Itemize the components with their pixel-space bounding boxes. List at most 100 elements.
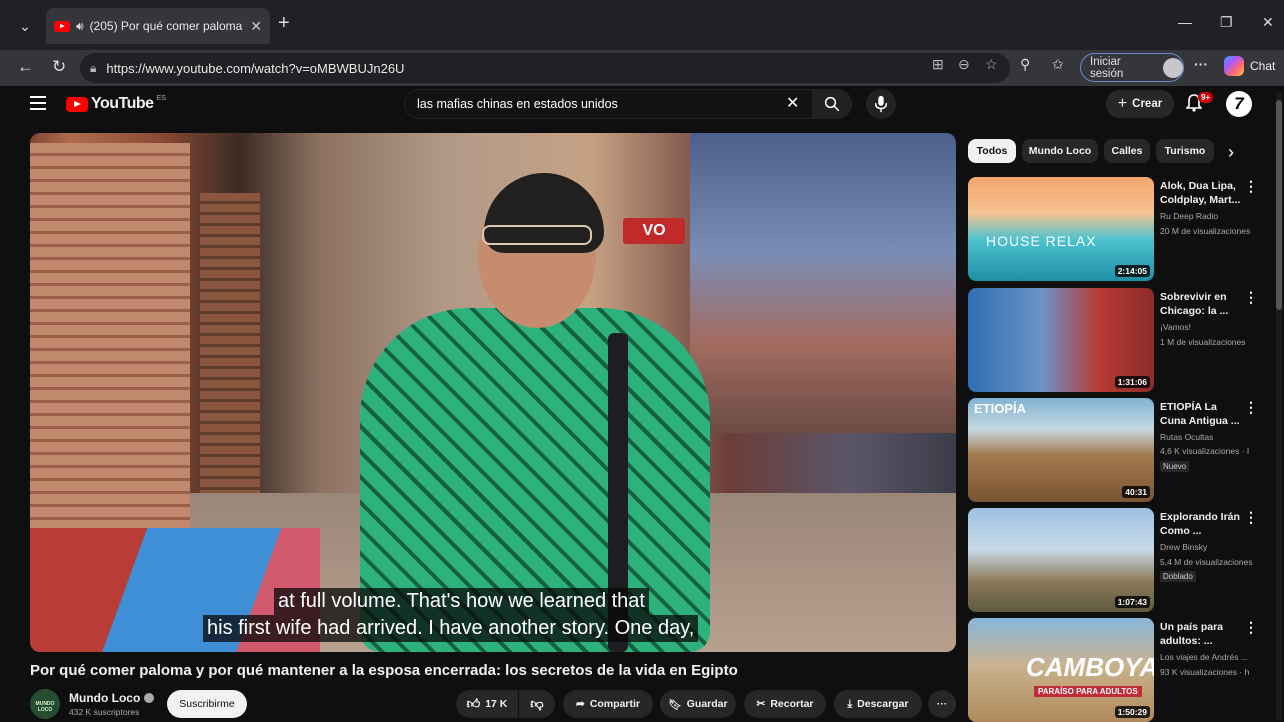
chip-mundo-loco[interactable]: Mundo Loco [1022,139,1098,163]
bookmark-icon: 🔖︎ [668,698,682,711]
microphone-icon [874,95,888,113]
browser-tab[interactable]: 🔊︎ (205) Por qué comer paloma y ✕ [46,8,270,44]
chip-todos[interactable]: Todos [968,139,1016,163]
youtube-play-icon [66,96,88,112]
rec-thumbnail-2[interactable]: 1:31:06 [968,288,1154,392]
search-button[interactable] [812,89,852,119]
rec-duration-1: 2:14:05 [1114,265,1150,277]
window-close-icon[interactable]: ✕ [1262,14,1274,31]
rec-menu-icon-3[interactable]: ⋮ [1244,399,1258,416]
youtube-wordmark: YouTube [91,95,154,112]
subscribe-button[interactable]: Suscribirme [167,690,247,718]
back-arrow-icon[interactable]: ← [17,57,34,77]
refresh-icon[interactable]: ↻ [52,57,66,77]
rec-title-5[interactable]: Un país para adultos: ... [1160,620,1244,648]
rec-menu-icon-2[interactable]: ⋮ [1244,289,1258,306]
favorite-star-icon[interactable]: ☆ [985,56,998,73]
save-button[interactable]: 🔖︎ Guardar [660,690,736,718]
dislike-button[interactable]: 👎︎ [519,690,555,718]
more-actions-button[interactable]: ··· [928,690,956,718]
rec-menu-icon-1[interactable]: ⋮ [1244,178,1258,195]
video-player[interactable]: VO at full volume. That's how we learned… [30,133,956,652]
search-input[interactable]: las mafias chinas en estados unidos [404,89,814,119]
rec-thumb-text-3: ETIOPÍA [974,401,1027,416]
like-button[interactable]: 👍︎ 17 K [456,690,518,718]
signin-label: Iniciar sesión [1090,55,1124,80]
rec-thumbnail-1[interactable]: HOUSE RELAX 2:14:05 [968,177,1154,281]
chip-turismo[interactable]: Turismo [1156,139,1214,163]
share-label: Compartir [589,698,640,710]
scissors-icon: ✂ [756,698,766,710]
youtube-favicon-icon [54,20,70,32]
share-arrow-icon: ➦ [576,698,585,710]
verified-icon [144,693,155,703]
thumbs-down-icon: 👎︎ [530,696,544,711]
rec-channel-4[interactable]: Drew Binsky [1160,542,1207,552]
rec-title-3[interactable]: ETIOPÍA La Cuna Antigua ... [1160,400,1244,428]
rec-menu-icon-4[interactable]: ⋮ [1244,509,1258,526]
rec-menu-icon-5[interactable]: ⋮ [1244,619,1258,636]
create-label: Crear [1132,98,1163,110]
video-scene-clothes-stall [690,133,956,433]
tab-close-icon[interactable]: ✕ [250,18,262,35]
restore-icon[interactable]: ❐ [1220,14,1233,31]
page-scrollbar-thumb[interactable] [1276,100,1282,310]
rec-channel-3[interactable]: Rutas Ocultas [1160,432,1213,442]
new-tab-plus-icon[interactable]: + [278,12,290,35]
rec-thumb-subtext-5: PARAÍSO PARA ADULTOS [1034,686,1142,697]
rec-meta-2: 1 M de visualizaciones [1160,337,1246,347]
download-button[interactable]: ⤓ Descargar [834,690,922,718]
rec-channel-1[interactable]: Ru Deep Radio [1160,211,1218,221]
menu-hamburger-icon[interactable] [30,96,46,110]
rec-thumb-text-1: HOUSE RELAX [986,233,1097,249]
rec-badge-new: Nuevo [1160,461,1190,472]
caption-line-1: at full volume. That's how we learned th… [274,588,649,615]
favorites-bar-icon[interactable]: ✩ [1052,56,1064,73]
rec-duration-4: 1:07:43 [1114,596,1150,608]
profile-avatar[interactable]: 7 [1226,91,1252,117]
search-clear-icon[interactable]: ✕ [786,93,799,113]
rec-channel-5[interactable]: Los viajes de Andrés ... [1160,652,1248,662]
search-query-text: las mafias chinas en estados unidos [417,97,618,111]
rec-channel-2[interactable]: ¡Vamos! [1160,322,1191,332]
more-horizontal-icon: ··· [936,698,948,710]
rec-duration-3: 40:31 [1122,486,1150,498]
channel-name-link[interactable]: Mundo Loco [69,691,155,705]
url-field[interactable]: 🔒︎ https://www.youtube.com/watch?v=oMBWB… [80,53,1010,83]
url-text: https://www.youtube.com/watch?v=oMBWBUJn… [106,60,405,76]
signin-button[interactable]: Iniciar sesión [1080,53,1184,82]
chips-next-chevron-icon[interactable]: › [1228,142,1234,163]
address-toolbar: ← ↻ 🔒︎ https://www.youtube.com/watch?v=o… [0,50,1284,86]
rec-title-4[interactable]: Explorando Irán Como ... [1160,510,1244,538]
minimize-icon[interactable]: — [1178,14,1192,30]
rec-thumbnail-5[interactable]: CAMBOYA PARAÍSO PARA ADULTOS 1:50:29 [968,618,1154,722]
channel-avatar-text: MUNDO LOCO [35,701,55,713]
copilot-icon [1224,56,1244,76]
thumbs-up-icon: 👍︎ [466,696,481,711]
channel-name: Mundo Loco [69,691,141,705]
rec-meta-1: 20 M de visualizaciones [1160,226,1251,236]
video-scene-sign: VO [623,218,685,244]
video-title: Por qué comer paloma y por qué mantener … [30,662,738,679]
rec-thumbnail-4[interactable]: 1:07:43 [968,508,1154,612]
youtube-logo[interactable]: YouTube ES [66,95,166,113]
more-options-icon[interactable]: ··· [1194,56,1208,72]
rec-thumbnail-3[interactable]: ETIOPÍA 40:31 [968,398,1154,502]
share-button[interactable]: ➦ Compartir [563,690,653,718]
rec-duration-2: 1:31:06 [1114,376,1150,388]
app-available-icon[interactable]: ⊞ [932,56,944,73]
voice-search-button[interactable] [866,89,896,119]
tab-actions-chevron-icon[interactable]: ⌄ [10,12,40,40]
zoom-icon[interactable]: ⊖ [958,56,970,73]
extensions-icon[interactable]: ⚲ [1020,56,1030,73]
create-button[interactable]: + Crear [1106,90,1174,118]
chip-calles[interactable]: Calles [1104,139,1150,163]
rec-title-2[interactable]: Sobrevivir en Chicago: la ... [1160,290,1244,318]
rec-thumb-text-5: CAMBOYA [1026,652,1154,682]
speaker-icon[interactable]: 🔊︎ [76,19,84,34]
tab-title: (205) Por qué comer paloma y [89,19,245,33]
rec-title-1[interactable]: Alok, Dua Lipa, Coldplay, Mart... [1160,179,1244,207]
channel-avatar[interactable]: MUNDO LOCO [30,689,60,719]
copilot-chat-button[interactable]: Chat [1224,56,1275,76]
clip-button[interactable]: ✂ Recortar [744,690,826,718]
